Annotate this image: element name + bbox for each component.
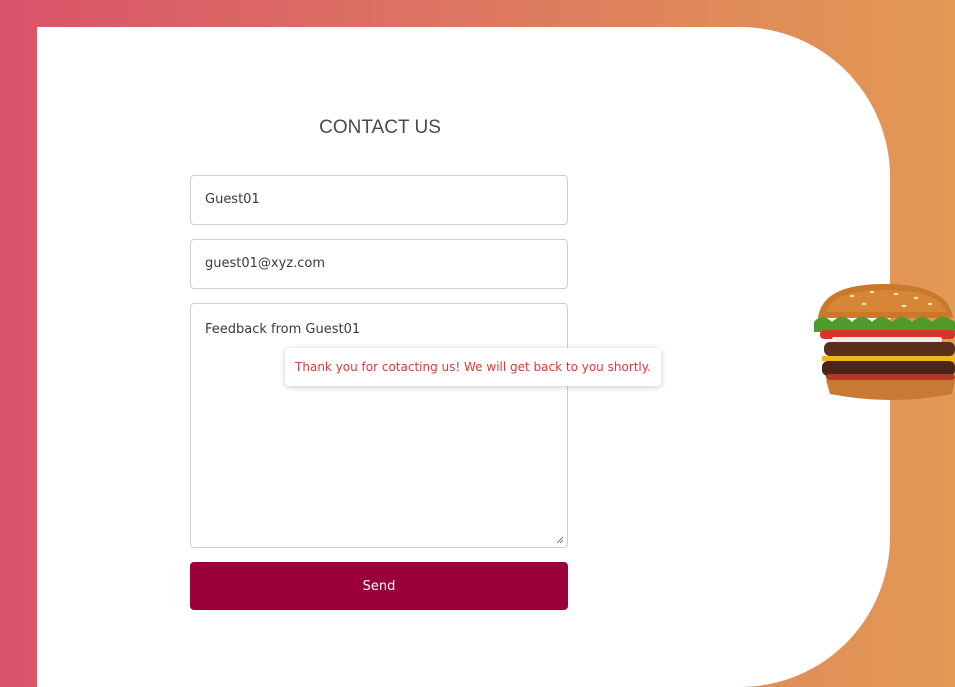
burger-image <box>814 284 955 400</box>
page-title: CONTACT US <box>319 117 441 138</box>
send-button[interactable]: Send <box>190 562 568 610</box>
email-input[interactable]: guest01@xyz.com <box>190 239 568 289</box>
message-textarea[interactable]: Feedback from Guest01 <box>190 303 568 548</box>
resize-handle-icon[interactable] <box>556 536 564 544</box>
message-text: Feedback from Guest01 <box>205 322 361 337</box>
success-tooltip: Thank you for cotacting us! We will get … <box>285 348 661 386</box>
name-input[interactable]: Guest01 <box>190 175 568 225</box>
